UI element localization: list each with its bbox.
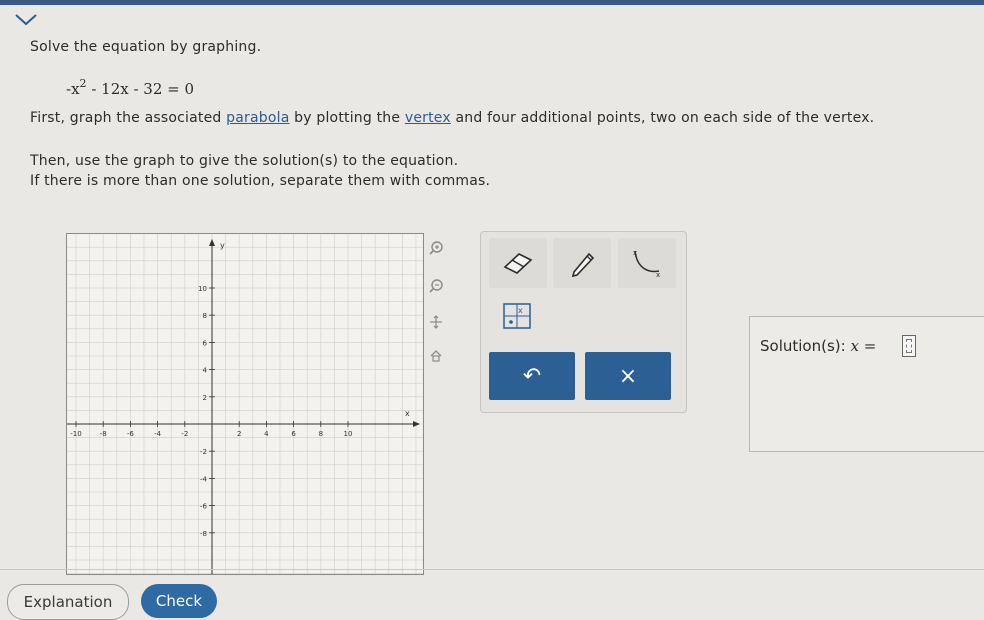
x-tick-label: -6 (127, 430, 135, 438)
explanation-button[interactable]: Explanation (7, 584, 129, 620)
graph-tool-palette: x x x ↶ × (480, 231, 687, 413)
step1-text: First, graph the associated parabola by … (30, 110, 874, 126)
solution-label-text: Solution(s): (760, 337, 846, 355)
point-tool-icon: x (503, 303, 531, 329)
graph-canvas[interactable]: y x -10 -8 -6 -4 -2 2 4 6 8 10 10 8 6 4 2 -2 -4 -6 -8 (66, 233, 424, 575)
solution-input[interactable] (902, 335, 916, 357)
parabola-link[interactable]: parabola (226, 110, 289, 126)
y-tick-label: -4 (200, 475, 208, 483)
zoom-in-icon[interactable] (428, 240, 444, 256)
solution-label: Solution(s): x = (760, 337, 876, 355)
step1-middle: by plotting the (289, 110, 405, 126)
parabola-tool-icon: x x (633, 249, 660, 279)
y-axis-arrow (209, 239, 215, 246)
x-tick-label: 2 (237, 430, 241, 438)
y-tick-label: 2 (203, 394, 207, 402)
x-axis-arrow (413, 421, 420, 427)
zoom-out-icon[interactable] (428, 278, 444, 294)
bottom-divider (0, 569, 984, 570)
equation-rest: - 12x - 32 = 0 (91, 80, 195, 98)
undo-button[interactable]: ↶ (489, 352, 575, 400)
y-tick-label: 10 (198, 285, 207, 293)
home-icon[interactable] (428, 348, 444, 364)
step3-text: If there is more than one solution, sepa… (30, 173, 491, 189)
step1-after: and four additional points, two on each … (450, 110, 875, 126)
y-tick-label: -2 (200, 448, 207, 456)
parabola-tool[interactable]: x x (618, 238, 676, 288)
equation-lead: -x (66, 80, 80, 98)
x-tick-label: 8 (319, 430, 323, 438)
y-tick-label: -8 (200, 530, 207, 538)
x-tick-label: -2 (181, 430, 188, 438)
question-equation: -x2 - 12x - 32 = 0 (66, 77, 195, 98)
svg-text:x: x (633, 249, 637, 257)
collapse-chevron-icon[interactable] (8, 10, 44, 28)
equation-exponent: 2 (79, 77, 87, 90)
x-tick-label: 10 (344, 430, 353, 438)
y-tick-label: 8 (203, 312, 207, 320)
eraser-tool[interactable] (489, 238, 547, 288)
y-tick-label: 4 (203, 367, 208, 375)
x-tick-label: -10 (70, 430, 81, 438)
top-accent-bar (0, 0, 984, 5)
x-tick-label: -4 (154, 430, 162, 438)
svg-text:x: x (518, 306, 523, 315)
y-tick-label: 6 (203, 339, 208, 347)
pencil-icon (571, 252, 595, 278)
x-tick-label: 4 (264, 430, 269, 438)
x-axis-label: x (405, 409, 410, 418)
move-icon[interactable] (428, 314, 444, 330)
pencil-tool[interactable] (553, 238, 611, 288)
y-axis-label: y (220, 241, 225, 250)
solution-var: x = (850, 337, 877, 355)
point-tool[interactable]: x (489, 294, 545, 338)
question-instruction: Solve the equation by graphing. (30, 39, 262, 55)
clear-button[interactable]: × (585, 352, 671, 400)
vertex-link[interactable]: vertex (405, 110, 451, 126)
svg-text:x: x (656, 271, 660, 279)
graph-grid[interactable]: y x -10 -8 -6 -4 -2 2 4 6 8 10 10 8 6 4 2 -2 -4 -6 -8 (67, 234, 423, 574)
check-button[interactable]: Check (141, 584, 217, 618)
step2-text: Then, use the graph to give the solution… (30, 153, 459, 169)
x-tick-label: 6 (291, 430, 296, 438)
y-tick-label: -6 (200, 503, 208, 511)
solution-panel: Solution(s): x = (749, 316, 984, 452)
step1-before: First, graph the associated (30, 110, 227, 126)
x-tick-label: -8 (100, 430, 107, 438)
eraser-icon (503, 253, 533, 274)
